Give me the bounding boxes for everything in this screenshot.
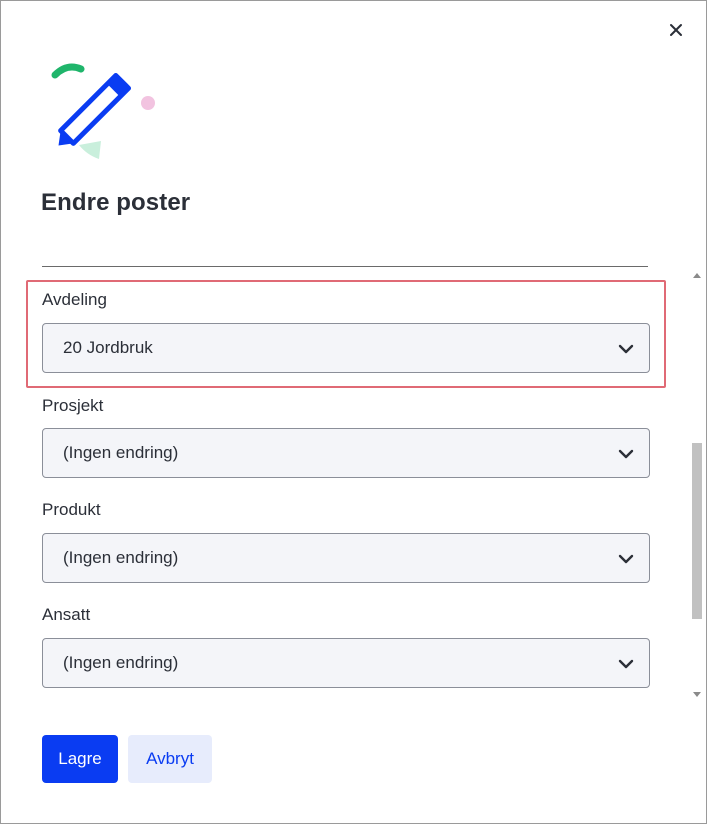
field-label-avdeling: Avdeling bbox=[42, 290, 107, 309]
vertical-scrollbar[interactable] bbox=[690, 268, 704, 702]
field-label-prosjekt: Prosjekt bbox=[42, 396, 104, 415]
chevron-down-icon bbox=[618, 554, 634, 564]
product-select[interactable]: (Ingen endring) bbox=[42, 533, 650, 583]
close-icon[interactable] bbox=[663, 17, 689, 43]
edit-entries-dialog: Endre poster Avdeling 20 Jordbruk Prosje… bbox=[0, 0, 707, 824]
pencil-illustration-icon bbox=[51, 63, 155, 159]
field-label-ansatt: Ansatt bbox=[42, 605, 91, 624]
scrollbar-thumb[interactable] bbox=[692, 443, 702, 619]
project-select-value: (Ingen endring) bbox=[63, 443, 179, 462]
chevron-down-icon bbox=[618, 344, 634, 354]
employee-select[interactable]: (Ingen endring) bbox=[42, 638, 650, 688]
project-select[interactable]: (Ingen endring) bbox=[42, 428, 650, 478]
department-select-value: 20 Jordbruk bbox=[63, 338, 153, 357]
dialog-title: Endre poster bbox=[41, 189, 191, 216]
scroll-down-arrow-icon[interactable] bbox=[693, 692, 701, 697]
employee-select-value: (Ingen endring) bbox=[63, 653, 179, 672]
chevron-down-icon bbox=[618, 449, 634, 459]
product-select-value: (Ingen endring) bbox=[63, 548, 179, 567]
save-button[interactable]: Lagre bbox=[42, 735, 118, 783]
fields-scroll-area: Avdeling 20 Jordbruk Prosjekt (Ingen end… bbox=[1, 268, 707, 704]
department-select[interactable]: 20 Jordbruk bbox=[42, 323, 650, 373]
divider bbox=[42, 266, 648, 267]
cancel-button[interactable]: Avbryt bbox=[128, 735, 212, 783]
scroll-up-arrow-icon[interactable] bbox=[693, 273, 701, 278]
chevron-down-icon bbox=[618, 659, 634, 669]
field-label-produkt: Produkt bbox=[42, 500, 101, 519]
